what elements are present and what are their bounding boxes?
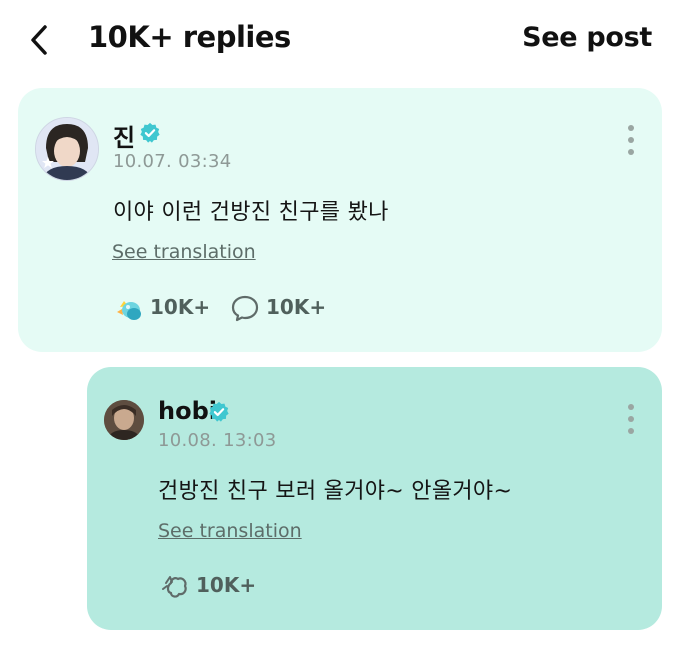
comment-button[interactable]: 10K+: [230, 293, 330, 323]
avatar[interactable]: [35, 117, 99, 181]
more-options-button[interactable]: [626, 124, 636, 156]
top-bar: 10K+ replies See post: [0, 0, 680, 80]
reaction-button[interactable]: 10K+: [114, 293, 214, 323]
more-vertical-icon: [628, 404, 634, 410]
post-text: 이야 이런 건방진 친구를 봤나: [113, 200, 389, 225]
verified-badge-icon: [209, 401, 229, 422]
profile-photo: [104, 400, 144, 440]
see-post-button[interactable]: See post: [522, 22, 652, 53]
reaction-button[interactable]: 10K+: [160, 571, 260, 601]
reply-text: 건방진 친구 보러 올거야~ 안올거야~: [158, 479, 513, 504]
comment-icon: [231, 295, 259, 322]
profile-photo: [36, 118, 98, 180]
reaction-count: 10K+: [150, 295, 211, 319]
see-translation-link[interactable]: See translation: [158, 520, 302, 542]
chevron-left-icon: [31, 25, 47, 55]
verified-badge-icon: [140, 122, 160, 143]
more-vertical-icon: [628, 125, 634, 131]
reply-card: hobi 10.08. 13:03 건방진 친구 보러 올거야~ 안올거야~ S…: [87, 367, 662, 630]
reaction-icon: [162, 576, 187, 598]
post-card: 진 10.07. 03:34 이야 이런 건방진 친구를 봤나 See tran…: [18, 88, 662, 352]
author-name[interactable]: 진: [113, 118, 135, 153]
reaction-icon: [117, 301, 141, 320]
avatar[interactable]: [104, 400, 144, 440]
back-button[interactable]: [26, 22, 54, 58]
reply-timestamp: 10.08. 13:03: [158, 430, 277, 451]
page-title: 10K+ replies: [88, 20, 291, 54]
post-timestamp: 10.07. 03:34: [113, 151, 232, 172]
reaction-count: 10K+: [196, 573, 257, 597]
see-translation-link[interactable]: See translation: [112, 241, 256, 263]
more-options-button[interactable]: [626, 403, 636, 435]
comment-count: 10K+: [266, 295, 327, 319]
